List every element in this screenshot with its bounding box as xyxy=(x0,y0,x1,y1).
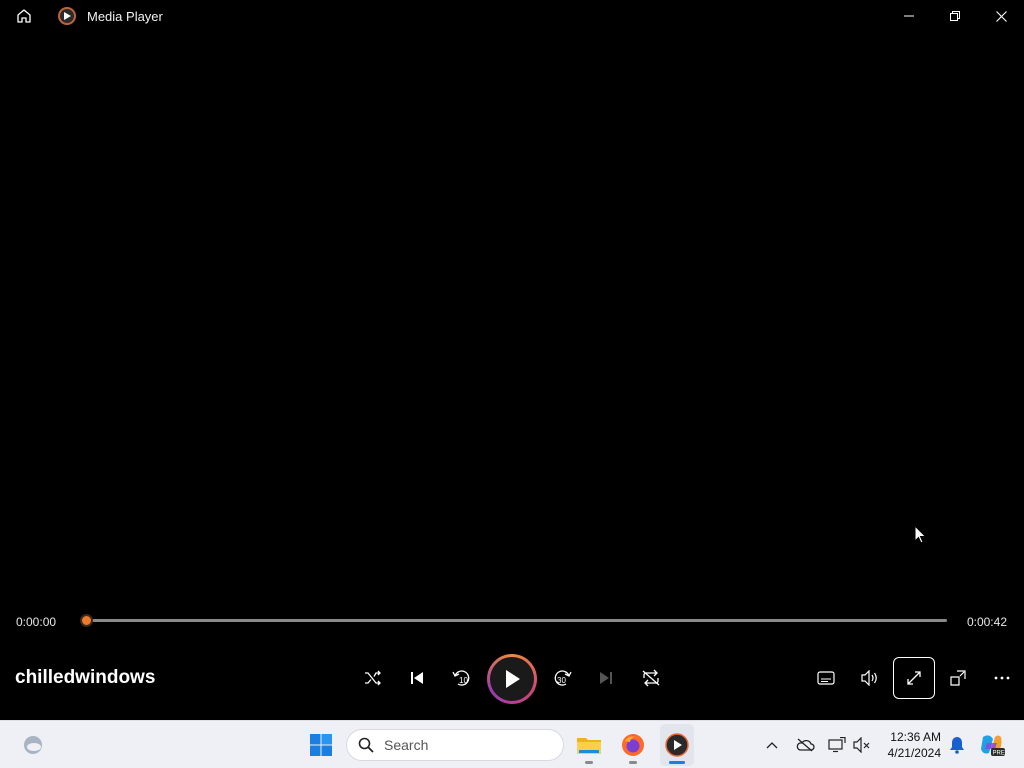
onedrive-icon xyxy=(796,738,815,752)
restore-icon xyxy=(950,11,960,21)
play-button[interactable] xyxy=(487,654,537,704)
search-placeholder: Search xyxy=(384,737,429,753)
app-active-indicator xyxy=(669,761,685,764)
notifications-button[interactable] xyxy=(946,721,968,768)
clock-date: 4/21/2024 xyxy=(887,746,941,760)
taskbar-search-input[interactable]: Search xyxy=(346,729,564,761)
svg-text:10: 10 xyxy=(459,676,468,685)
miniplayer-button[interactable] xyxy=(938,656,978,700)
more-options-button[interactable] xyxy=(982,656,1022,700)
volume-muted-icon xyxy=(853,737,870,753)
fullscreen-icon xyxy=(907,671,921,685)
taskbar-app-media-player[interactable] xyxy=(660,724,694,766)
duration-time: 0:00:42 xyxy=(966,615,1007,629)
repeat-icon xyxy=(642,669,660,687)
captions-icon xyxy=(817,671,835,685)
fullscreen-button[interactable] xyxy=(893,657,935,699)
search-icon xyxy=(358,737,374,753)
clock-time: 12:36 AM xyxy=(890,730,941,744)
show-hidden-icons-button[interactable] xyxy=(762,721,782,768)
volume-tray[interactable] xyxy=(851,721,873,768)
shuffle-button[interactable] xyxy=(353,656,393,700)
network-icon xyxy=(828,737,846,753)
captions-button[interactable] xyxy=(806,656,846,700)
notification-bell-icon xyxy=(950,737,964,754)
volume-button[interactable] xyxy=(850,656,890,700)
video-surface[interactable] xyxy=(0,32,1024,604)
next-icon xyxy=(600,672,612,684)
previous-icon xyxy=(411,672,423,684)
minimize-icon xyxy=(904,15,914,17)
transport-controls: 0:00:00 0:00:42 chilledwindows 10 30 xyxy=(0,604,1024,720)
miniplayer-icon xyxy=(950,670,966,686)
network-tray[interactable] xyxy=(826,721,848,768)
file-explorer-icon xyxy=(577,738,601,754)
current-time: 0:00:00 xyxy=(16,615,57,629)
previous-button[interactable] xyxy=(397,656,437,700)
close-button[interactable] xyxy=(978,0,1024,32)
weather-icon xyxy=(24,736,42,754)
onedrive-tray[interactable] xyxy=(793,721,817,768)
skip-back-button[interactable]: 10 xyxy=(441,656,481,700)
start-button[interactable] xyxy=(305,721,337,768)
shuffle-icon xyxy=(365,670,381,686)
close-icon xyxy=(995,10,1007,22)
skip-back-10-icon: 10 xyxy=(452,670,470,686)
repeat-button[interactable] xyxy=(631,656,671,700)
minimize-button[interactable] xyxy=(886,0,932,32)
weather-widget[interactable] xyxy=(18,721,48,768)
firefox-icon xyxy=(622,734,644,756)
copilot-icon: PRE xyxy=(981,735,1005,757)
chevron-up-icon xyxy=(766,742,778,749)
window-title: Media Player xyxy=(87,8,163,24)
taskbar: Search 12:36 AM 4/21/2024 PRE xyxy=(0,720,1024,768)
next-button[interactable] xyxy=(586,656,626,700)
windows-start-icon xyxy=(310,734,332,756)
skip-forward-30-icon: 30 xyxy=(554,670,572,686)
mouse-cursor-icon xyxy=(914,525,927,544)
more-icon xyxy=(994,676,1010,680)
copilot-button[interactable]: PRE xyxy=(978,721,1006,768)
volume-icon xyxy=(861,670,877,686)
skip-forward-button[interactable]: 30 xyxy=(543,656,583,700)
seek-thumb[interactable] xyxy=(80,614,93,627)
taskbar-clock[interactable]: 12:36 AM 4/21/2024 xyxy=(888,729,941,761)
media-player-icon xyxy=(665,733,689,757)
app-running-indicator xyxy=(629,761,637,764)
svg-text:PRE: PRE xyxy=(993,751,1005,757)
svg-text:30: 30 xyxy=(557,676,566,685)
seek-bar[interactable] xyxy=(80,614,947,627)
home-icon xyxy=(17,9,31,23)
title-bar: Media Player xyxy=(0,0,1024,32)
track-title: chilledwindows xyxy=(15,667,156,688)
home-button[interactable] xyxy=(0,0,48,32)
play-icon xyxy=(506,670,520,688)
restore-button[interactable] xyxy=(932,0,978,32)
app-running-indicator xyxy=(585,761,593,764)
media-player-app-icon xyxy=(58,7,76,25)
